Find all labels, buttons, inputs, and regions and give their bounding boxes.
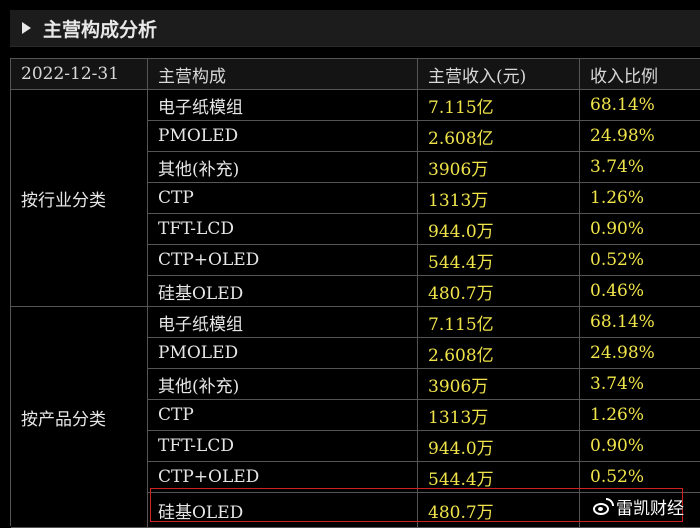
row-revenue: 7.115亿 xyxy=(418,307,580,338)
row-component: CTP xyxy=(148,400,418,431)
row-ratio: 24.98% xyxy=(580,338,700,369)
row-ratio: 3.74% xyxy=(580,369,700,400)
row-ratio: 0.52% xyxy=(580,245,700,276)
panel-header[interactable]: 主营构成分析 xyxy=(10,10,700,47)
row-revenue: 1313万 xyxy=(418,400,580,431)
row-revenue: 544.4万 xyxy=(418,245,580,276)
weibo-icon xyxy=(592,497,614,516)
row-component: TFT-LCD xyxy=(148,431,418,462)
row-component: 电子纸模组 xyxy=(148,90,418,121)
expand-triangle-icon[interactable] xyxy=(22,22,31,34)
row-revenue: 544.4万 xyxy=(418,462,580,493)
row-revenue: 7.115亿 xyxy=(418,90,580,121)
row-revenue: 3906万 xyxy=(418,369,580,400)
row-ratio: 1.26% xyxy=(580,183,700,214)
row-component: 其他(补充) xyxy=(148,369,418,400)
row-revenue: 1313万 xyxy=(418,183,580,214)
header-component: 主营构成 xyxy=(148,59,418,90)
row-component: CTP+OLED xyxy=(148,245,418,276)
row-revenue: 2.608亿 xyxy=(418,338,580,369)
row-revenue: 3906万 xyxy=(418,152,580,183)
row-ratio: 68.14% xyxy=(580,90,700,121)
row-ratio: 0.46% xyxy=(580,276,700,307)
panel-title: 主营构成分析 xyxy=(43,18,158,41)
row-component: 硅基OLED xyxy=(148,276,418,307)
row-revenue: 944.0万 xyxy=(418,431,580,462)
row-component: PMOLED xyxy=(148,121,418,152)
row-component: CTP xyxy=(148,183,418,214)
row-revenue: 480.7万 xyxy=(418,276,580,307)
row-ratio: 3.74% xyxy=(580,152,700,183)
row-ratio: 0.90% xyxy=(580,214,700,245)
row-ratio: 0.52% xyxy=(580,462,700,493)
row-revenue: 480.7万 xyxy=(418,493,580,528)
group-label: 按产品分类 xyxy=(11,307,148,528)
watermark-text: 雷凯财经 xyxy=(616,499,684,519)
row-revenue: 2.608亿 xyxy=(418,121,580,152)
row-revenue: 944.0万 xyxy=(418,214,580,245)
row-component: TFT-LCD xyxy=(148,214,418,245)
revenue-composition-table: 2022-12-31 主营构成 主营收入(元) 收入比例 按行业分类 电子纸模组 7… xyxy=(10,58,700,528)
group-label: 按行业分类 xyxy=(11,90,148,307)
row-component: PMOLED xyxy=(148,338,418,369)
row-ratio: 24.98% xyxy=(580,121,700,152)
row-component: 电子纸模组 xyxy=(148,307,418,338)
header-date: 2022-12-31 xyxy=(11,59,148,90)
row-ratio: 0.90% xyxy=(580,431,700,462)
row-component: 其他(补充) xyxy=(148,152,418,183)
watermark: 雷凯财经 xyxy=(592,494,684,519)
header-ratio: 收入比例 xyxy=(580,59,700,90)
row-component: 硅基OLED xyxy=(148,493,418,528)
row-component: CTP+OLED xyxy=(148,462,418,493)
row-ratio: 1.26% xyxy=(580,400,700,431)
header-revenue: 主营收入(元) xyxy=(418,59,580,90)
row-ratio: 68.14% xyxy=(580,307,700,338)
